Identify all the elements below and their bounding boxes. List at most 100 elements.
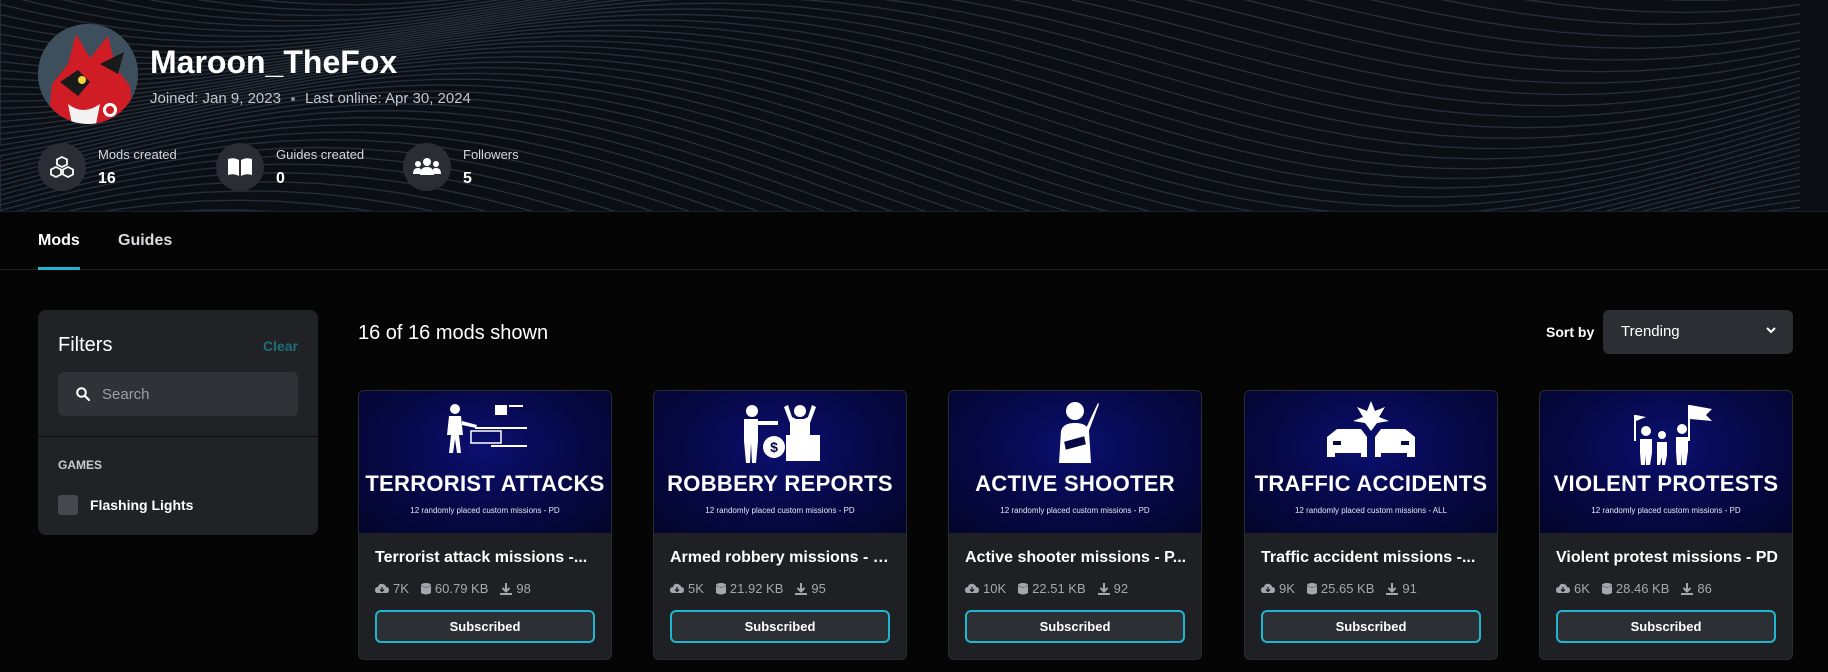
- mod-card[interactable]: TERRORIST ATTACKS 12 randomly placed cust…: [358, 390, 612, 660]
- subscriber-count: 95: [795, 581, 826, 596]
- download-count: 9K: [1261, 581, 1295, 596]
- mod-stats: 10K 22.51 KB 92: [965, 581, 1140, 596]
- file-size: 60.79 KB: [420, 581, 489, 596]
- chevron-down-icon: [1766, 327, 1776, 334]
- mod-stats: 9K 25.65 KB 91: [1261, 581, 1429, 596]
- mod-title[interactable]: Violent protest missions - PD: [1556, 549, 1778, 567]
- games-heading: GAMES: [58, 458, 103, 472]
- filters-title: Filters: [58, 334, 113, 356]
- mod-title[interactable]: Active shooter missions - P...: [965, 549, 1187, 567]
- subscriber-count: 98: [500, 581, 531, 596]
- mod-thumbnail[interactable]: VIOLENT PROTESTS 12 randomly placed custo…: [1540, 391, 1792, 533]
- file-size: 21.92 KB: [715, 581, 784, 596]
- sort-label: Sort by: [1546, 324, 1595, 340]
- divider: [38, 436, 318, 437]
- mod-stats: 7K 60.79 KB 98: [375, 581, 543, 596]
- search-icon: [76, 387, 90, 401]
- tab-mods[interactable]: Mods: [38, 232, 80, 250]
- cubes-icon: [38, 143, 86, 191]
- game-checkbox-label[interactable]: Flashing Lights: [90, 497, 193, 513]
- size-value: 21.92 KB: [729, 581, 784, 596]
- subscribed-button[interactable]: Subscribed: [670, 610, 890, 643]
- filters-panel: Filters Clear Search GAMES Flashing Ligh…: [38, 310, 318, 535]
- subscribed-button[interactable]: Subscribed: [1261, 610, 1481, 643]
- database-icon: [1601, 582, 1612, 594]
- size-value: 22.51 KB: [1032, 581, 1086, 596]
- users-icon: [403, 143, 451, 191]
- downloads-value: 9K: [1279, 581, 1295, 596]
- stat-label: Guides created: [276, 146, 365, 162]
- file-size: 25.65 KB: [1306, 581, 1375, 596]
- profile-meta: Joined: Jan 9, 2023 Last online: Apr 30,…: [150, 90, 471, 107]
- download-count: 5K: [670, 581, 704, 596]
- thumbnail-subtitle: 12 randomly placed custom missions - PD: [1000, 506, 1150, 515]
- mod-card[interactable]: VIOLENT PROTESTS 12 randomly placed custo…: [1539, 390, 1793, 660]
- stat-guides-created: Guides created 0: [216, 143, 364, 191]
- sort-select[interactable]: Trending: [1603, 310, 1793, 354]
- mod-card[interactable]: $ ROBBERY REPORTS 12 randomly placed custo…: [653, 390, 907, 660]
- sort-value: Trending: [1621, 323, 1680, 340]
- thumbnail-title: ROBBERY REPORTS: [667, 471, 893, 496]
- mod-stats: 6K 28.46 KB 86: [1556, 581, 1724, 596]
- separator-dot: [290, 96, 295, 101]
- fox-avatar-icon: [38, 24, 138, 124]
- download-icon: [1386, 582, 1399, 595]
- mod-thumbnail[interactable]: TERRORIST ATTACKS 12 randomly placed cust…: [359, 391, 611, 533]
- subs-value: 86: [1697, 581, 1712, 596]
- stat-value: 0: [276, 169, 285, 187]
- profile-tabs: Mods Guides: [0, 212, 1828, 270]
- thumbnail-title: VIOLENT PROTESTS: [1553, 471, 1779, 496]
- thumbnail-title: TRAFFIC ACCIDENTS: [1254, 471, 1488, 496]
- download-icon: [1681, 582, 1694, 595]
- avatar[interactable]: [38, 24, 138, 124]
- game-checkbox[interactable]: [58, 495, 78, 515]
- size-value: 25.65 KB: [1320, 581, 1375, 596]
- cloud-download-icon: [670, 583, 684, 593]
- download-icon: [500, 582, 513, 595]
- mod-title[interactable]: Traffic accident missions -...: [1261, 549, 1483, 567]
- username: Maroon_TheFox: [150, 44, 398, 80]
- cloud-download-icon: [965, 583, 979, 593]
- size-value: 28.46 KB: [1615, 581, 1670, 596]
- mod-title[interactable]: Armed robbery missions - PD: [670, 549, 892, 567]
- download-count: 6K: [1556, 581, 1590, 596]
- mod-thumbnail[interactable]: ACTIVE SHOOTER 12 randomly placed custom …: [949, 391, 1201, 533]
- subscriber-count: 92: [1097, 581, 1128, 596]
- thumbnail-subtitle: 12 randomly placed custom missions - PD: [1591, 506, 1741, 515]
- book-icon: [216, 143, 264, 191]
- subscribed-button[interactable]: Subscribed: [1556, 610, 1776, 643]
- mod-thumbnail[interactable]: TRAFFIC ACCIDENTS 12 randomly placed cust…: [1245, 391, 1497, 533]
- downloads-value: 5K: [688, 581, 704, 596]
- thumbnail-title: TERRORIST ATTACKS: [365, 471, 605, 496]
- size-value: 60.79 KB: [434, 581, 489, 596]
- file-size: 22.51 KB: [1018, 581, 1086, 596]
- database-icon: [1306, 582, 1317, 594]
- mod-thumbnail[interactable]: $ ROBBERY REPORTS 12 randomly placed custo…: [654, 391, 906, 533]
- download-icon: [1097, 582, 1110, 595]
- stat-value: 16: [98, 169, 116, 187]
- profile-header: Maroon_TheFox Joined: Jan 9, 2023 Last o…: [0, 0, 1828, 212]
- subscriber-count: 86: [1681, 581, 1712, 596]
- mod-card[interactable]: ACTIVE SHOOTER 12 randomly placed custom …: [948, 390, 1202, 660]
- download-count: 10K: [965, 581, 1006, 596]
- active-tab-indicator: [38, 267, 80, 270]
- download-count: 7K: [375, 581, 409, 596]
- cloud-download-icon: [1261, 583, 1275, 593]
- mods-count: 16 of 16 mods shown: [358, 322, 549, 344]
- stat-label: Followers: [463, 146, 519, 162]
- joined-date: Joined: Jan 9, 2023: [150, 90, 281, 107]
- thumbnail-subtitle: 12 randomly placed custom missions - PD: [410, 506, 560, 515]
- tab-guides[interactable]: Guides: [118, 232, 172, 250]
- subs-value: 98: [516, 581, 531, 596]
- stat-value: 5: [463, 169, 472, 187]
- mod-stats: 5K 21.92 KB 95: [670, 581, 838, 596]
- subscribed-button[interactable]: Subscribed: [375, 610, 595, 643]
- mod-title[interactable]: Terrorist attack missions -...: [375, 549, 597, 567]
- search-input[interactable]: Search: [58, 372, 298, 416]
- subs-value: 91: [1402, 581, 1417, 596]
- clear-filters-button[interactable]: Clear: [263, 338, 298, 354]
- subscribed-button[interactable]: Subscribed: [965, 610, 1185, 643]
- mod-card[interactable]: TRAFFIC ACCIDENTS 12 randomly placed cust…: [1244, 390, 1498, 660]
- database-icon: [420, 582, 431, 594]
- file-size: 28.46 KB: [1601, 581, 1670, 596]
